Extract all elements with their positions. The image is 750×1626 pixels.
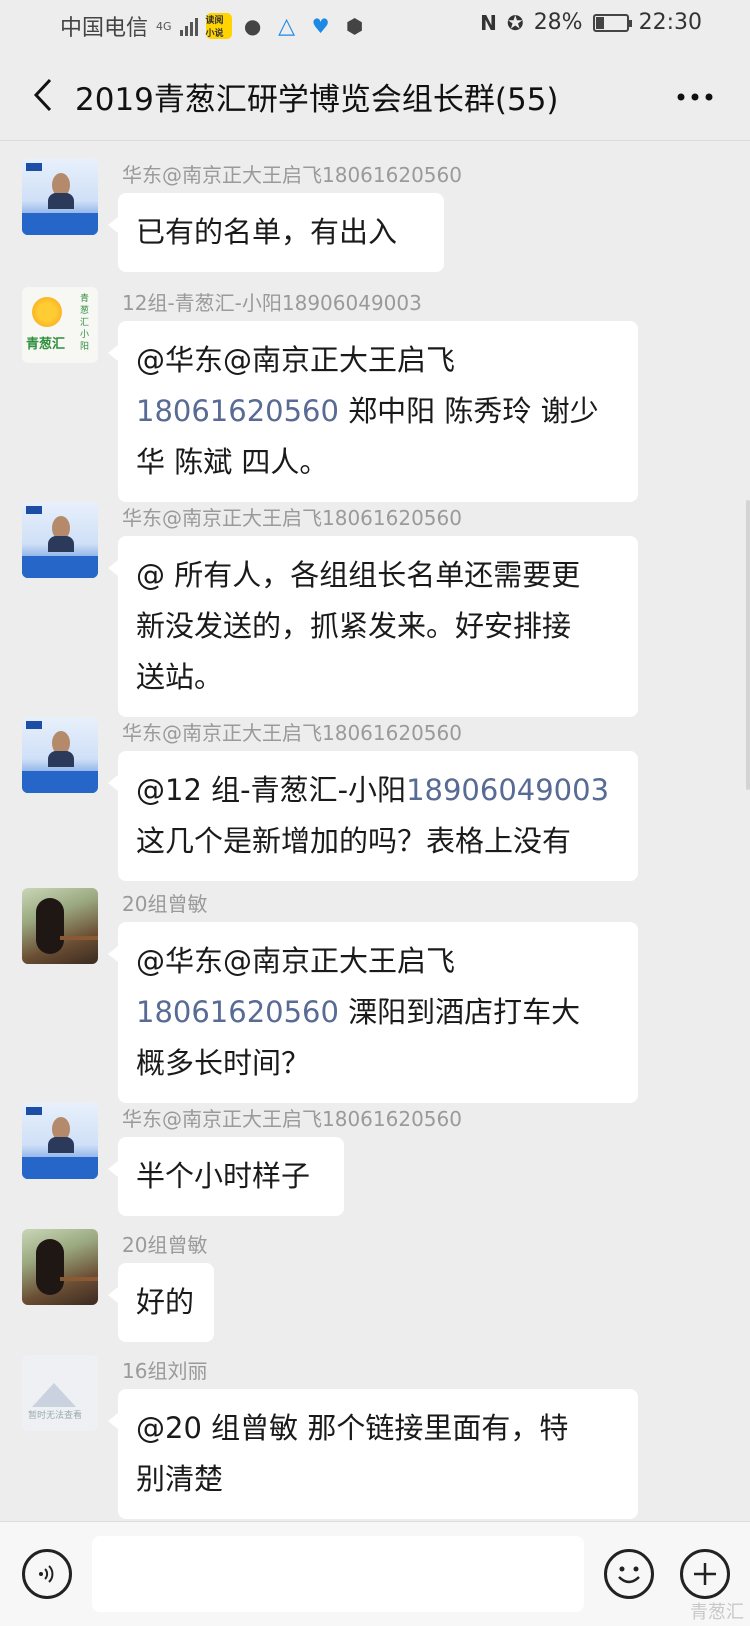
nfc-icon: N <box>480 10 497 35</box>
message-text: @华东@南京正大王启飞 <box>136 343 456 377</box>
message-item: 华东@南京正大王启飞18061620560 已有的名单，有出入 <box>22 141 722 272</box>
avatar[interactable]: 暂时无法查看 <box>22 1355 98 1431</box>
message-line: 这几个是新增加的吗？表格上没有 <box>136 816 620 867</box>
message-text: 别清楚 <box>136 1462 224 1496</box>
message-text: 送站。 <box>136 660 224 694</box>
message-line: 半个小时样子 <box>136 1151 326 1202</box>
battery-percent: 28% <box>533 10 583 35</box>
message-item: 20组曾敏 好的 <box>22 1211 722 1342</box>
carrier-label: 中国电信 <box>60 16 149 41</box>
avatar-vertical-text: 青葱汇小阳 <box>80 294 90 352</box>
input-bar: 青葱汇 <box>0 1521 750 1626</box>
clock: 22:30 <box>638 10 702 35</box>
status-bar: 中国电信 4G 读阅小说 ● △ ♥ ⬢ N ✪ 28% 22:30 <box>0 0 750 52</box>
message-line: @ 所有人，各组组长名单还需要更 <box>136 550 620 601</box>
message-line: 送站。 <box>136 652 620 703</box>
scrollbar[interactable] <box>746 500 750 790</box>
chat-title: 2019青葱汇研学博览会组长群(55) <box>75 82 559 118</box>
message-line: 华 陈斌 四人。 <box>136 437 620 488</box>
message-bubble[interactable]: 半个小时样子 <box>108 1137 344 1216</box>
message-item: 华东@南京正大王启飞18061620560 半个小时样子 <box>22 1085 722 1216</box>
message-line: 已有的名单，有出入 <box>136 207 426 258</box>
message-bubble[interactable]: @华东@南京正大王启飞 18061620560 郑中阳 陈秀玲 谢少 华 陈斌 … <box>108 321 638 502</box>
message-text: 这几个是新增加的吗？表格上没有 <box>136 824 572 858</box>
signal-icon <box>179 16 198 36</box>
message-item: 20组曾敏 @华东@南京正大王启飞 18061620560 溧阳到酒店打车大 概… <box>22 870 722 1103</box>
message-line: @华东@南京正大王启飞 <box>136 335 620 386</box>
message-bubble[interactable]: @ 所有人，各组组长名单还需要更 新没发送的，抓紧发来。好安排接 送站。 <box>108 536 638 717</box>
message-line: @华东@南京正大王启飞 <box>136 936 620 987</box>
status-left: 中国电信 4G 读阅小说 ● △ ♥ ⬢ <box>60 10 368 42</box>
wechat-icon: ● <box>243 14 262 38</box>
avatar-caption: 暂时无法查看 <box>28 1411 83 1421</box>
watermark-text: 青葱汇 <box>690 1602 744 1623</box>
bluetooth-icon: ✪ <box>506 10 524 35</box>
message-text: @12 组-青葱汇-小阳 <box>136 773 407 807</box>
message-line: 18061620560 郑中阳 陈秀玲 谢少 <box>136 386 620 437</box>
message-line: 概多长时间？ <box>136 1038 620 1089</box>
status-right: N ✪ 28% 22:30 <box>480 10 702 35</box>
message-text: 华 陈斌 四人。 <box>136 445 329 479</box>
chat-header: 2019青葱汇研学博览会组长群(55) <box>0 52 750 141</box>
battery-level-fill <box>595 16 604 29</box>
app-icon-blue: △ <box>278 13 295 39</box>
avatar[interactable] <box>22 1229 98 1305</box>
message-item: 青葱汇 青葱汇小阳 12组-青葱汇-小阳18906049003 @华东@南京正大王… <box>22 269 722 502</box>
message-item: 华东@南京正大王启飞18061620560 @12 组-青葱汇-小阳189060… <box>22 699 722 881</box>
voice-input-icon[interactable] <box>22 1549 72 1599</box>
message-text: 概多长时间？ <box>136 1046 311 1080</box>
phone-link[interactable]: 18906049003 <box>406 773 609 807</box>
avatar[interactable] <box>22 159 98 235</box>
sender-name: 华东@南京正大王启飞18061620560 <box>122 1107 462 1131</box>
message-input[interactable] <box>92 1536 584 1612</box>
message-text: 新没发送的，抓紧发来。好安排接 <box>136 609 572 643</box>
message-bubble[interactable]: @华东@南京正大王启飞 18061620560 溧阳到酒店打车大 概多长时间？ <box>108 922 638 1103</box>
network-type: 4G <box>156 19 172 33</box>
avatar-brand-text: 青葱汇 <box>26 337 66 352</box>
message-line: 18061620560 溧阳到酒店打车大 <box>136 987 620 1038</box>
message-text: 好的 <box>136 1285 195 1319</box>
phone-link[interactable]: 18061620560 <box>136 394 339 428</box>
message-text: 溧阳到酒店打车大 <box>338 995 581 1029</box>
sender-name: 20组曾敏 <box>122 1233 208 1257</box>
reading-app-icon: 读阅小说 <box>205 13 232 39</box>
emoji-icon[interactable] <box>604 1549 654 1599</box>
message-text: @ 所有人，各组组长名单还需要更 <box>136 558 581 592</box>
back-arrow-icon[interactable] <box>18 70 68 120</box>
message-text: 已有的名单，有出入 <box>136 215 398 249</box>
avatar[interactable] <box>22 502 98 578</box>
message-line: @12 组-青葱汇-小阳18906049003 <box>136 765 620 816</box>
message-item: 暂时无法查看 16组刘丽 @20 组曾敏 那个链接里面有，特 别清楚 <box>22 1337 722 1519</box>
message-bubble[interactable]: 已有的名单，有出入 <box>108 193 444 272</box>
add-plus-icon[interactable] <box>680 1549 730 1599</box>
message-line: @20 组曾敏 那个链接里面有，特 <box>136 1403 620 1454</box>
message-list[interactable]: 华东@南京正大王启飞18061620560 已有的名单，有出入 青葱汇 青葱汇小阳… <box>0 141 750 1521</box>
sender-name: 华东@南京正大王启飞18061620560 <box>122 163 462 187</box>
sender-name: 16组刘丽 <box>122 1359 208 1383</box>
avatar[interactable] <box>22 717 98 793</box>
hexagon-icon: ⬢ <box>345 14 364 38</box>
sender-name: 20组曾敏 <box>122 892 208 916</box>
bird-icon: ♥ <box>311 14 330 38</box>
message-text: @20 组曾敏 那个链接里面有，特 <box>136 1411 569 1445</box>
message-text: 半个小时样子 <box>136 1159 311 1193</box>
avatar[interactable] <box>22 888 98 964</box>
message-line: 别清楚 <box>136 1454 620 1505</box>
message-item: 华东@南京正大王启飞18061620560 @ 所有人，各组组长名单还需要更 新… <box>22 484 722 717</box>
avatar[interactable] <box>22 1103 98 1179</box>
avatar[interactable]: 青葱汇 青葱汇小阳 <box>22 287 98 363</box>
sender-name: 12组-青葱汇-小阳18906049003 <box>122 291 422 315</box>
sender-name: 华东@南京正大王启飞18061620560 <box>122 506 462 530</box>
message-text: 郑中阳 陈秀玲 谢少 <box>338 394 599 428</box>
message-line: 新没发送的，抓紧发来。好安排接 <box>136 601 620 652</box>
message-text: @华东@南京正大王启飞 <box>136 944 456 978</box>
message-bubble[interactable]: @20 组曾敏 那个链接里面有，特 别清楚 <box>108 1389 638 1519</box>
sender-name: 华东@南京正大王启飞18061620560 <box>122 721 462 745</box>
message-bubble[interactable]: 好的 <box>108 1263 214 1342</box>
phone-link[interactable]: 18061620560 <box>136 995 339 1029</box>
message-bubble[interactable]: @12 组-青葱汇-小阳18906049003 这几个是新增加的吗？表格上没有 <box>108 751 638 881</box>
battery-icon <box>592 13 632 32</box>
message-line: 好的 <box>136 1277 196 1328</box>
more-options-icon[interactable] <box>670 72 720 122</box>
